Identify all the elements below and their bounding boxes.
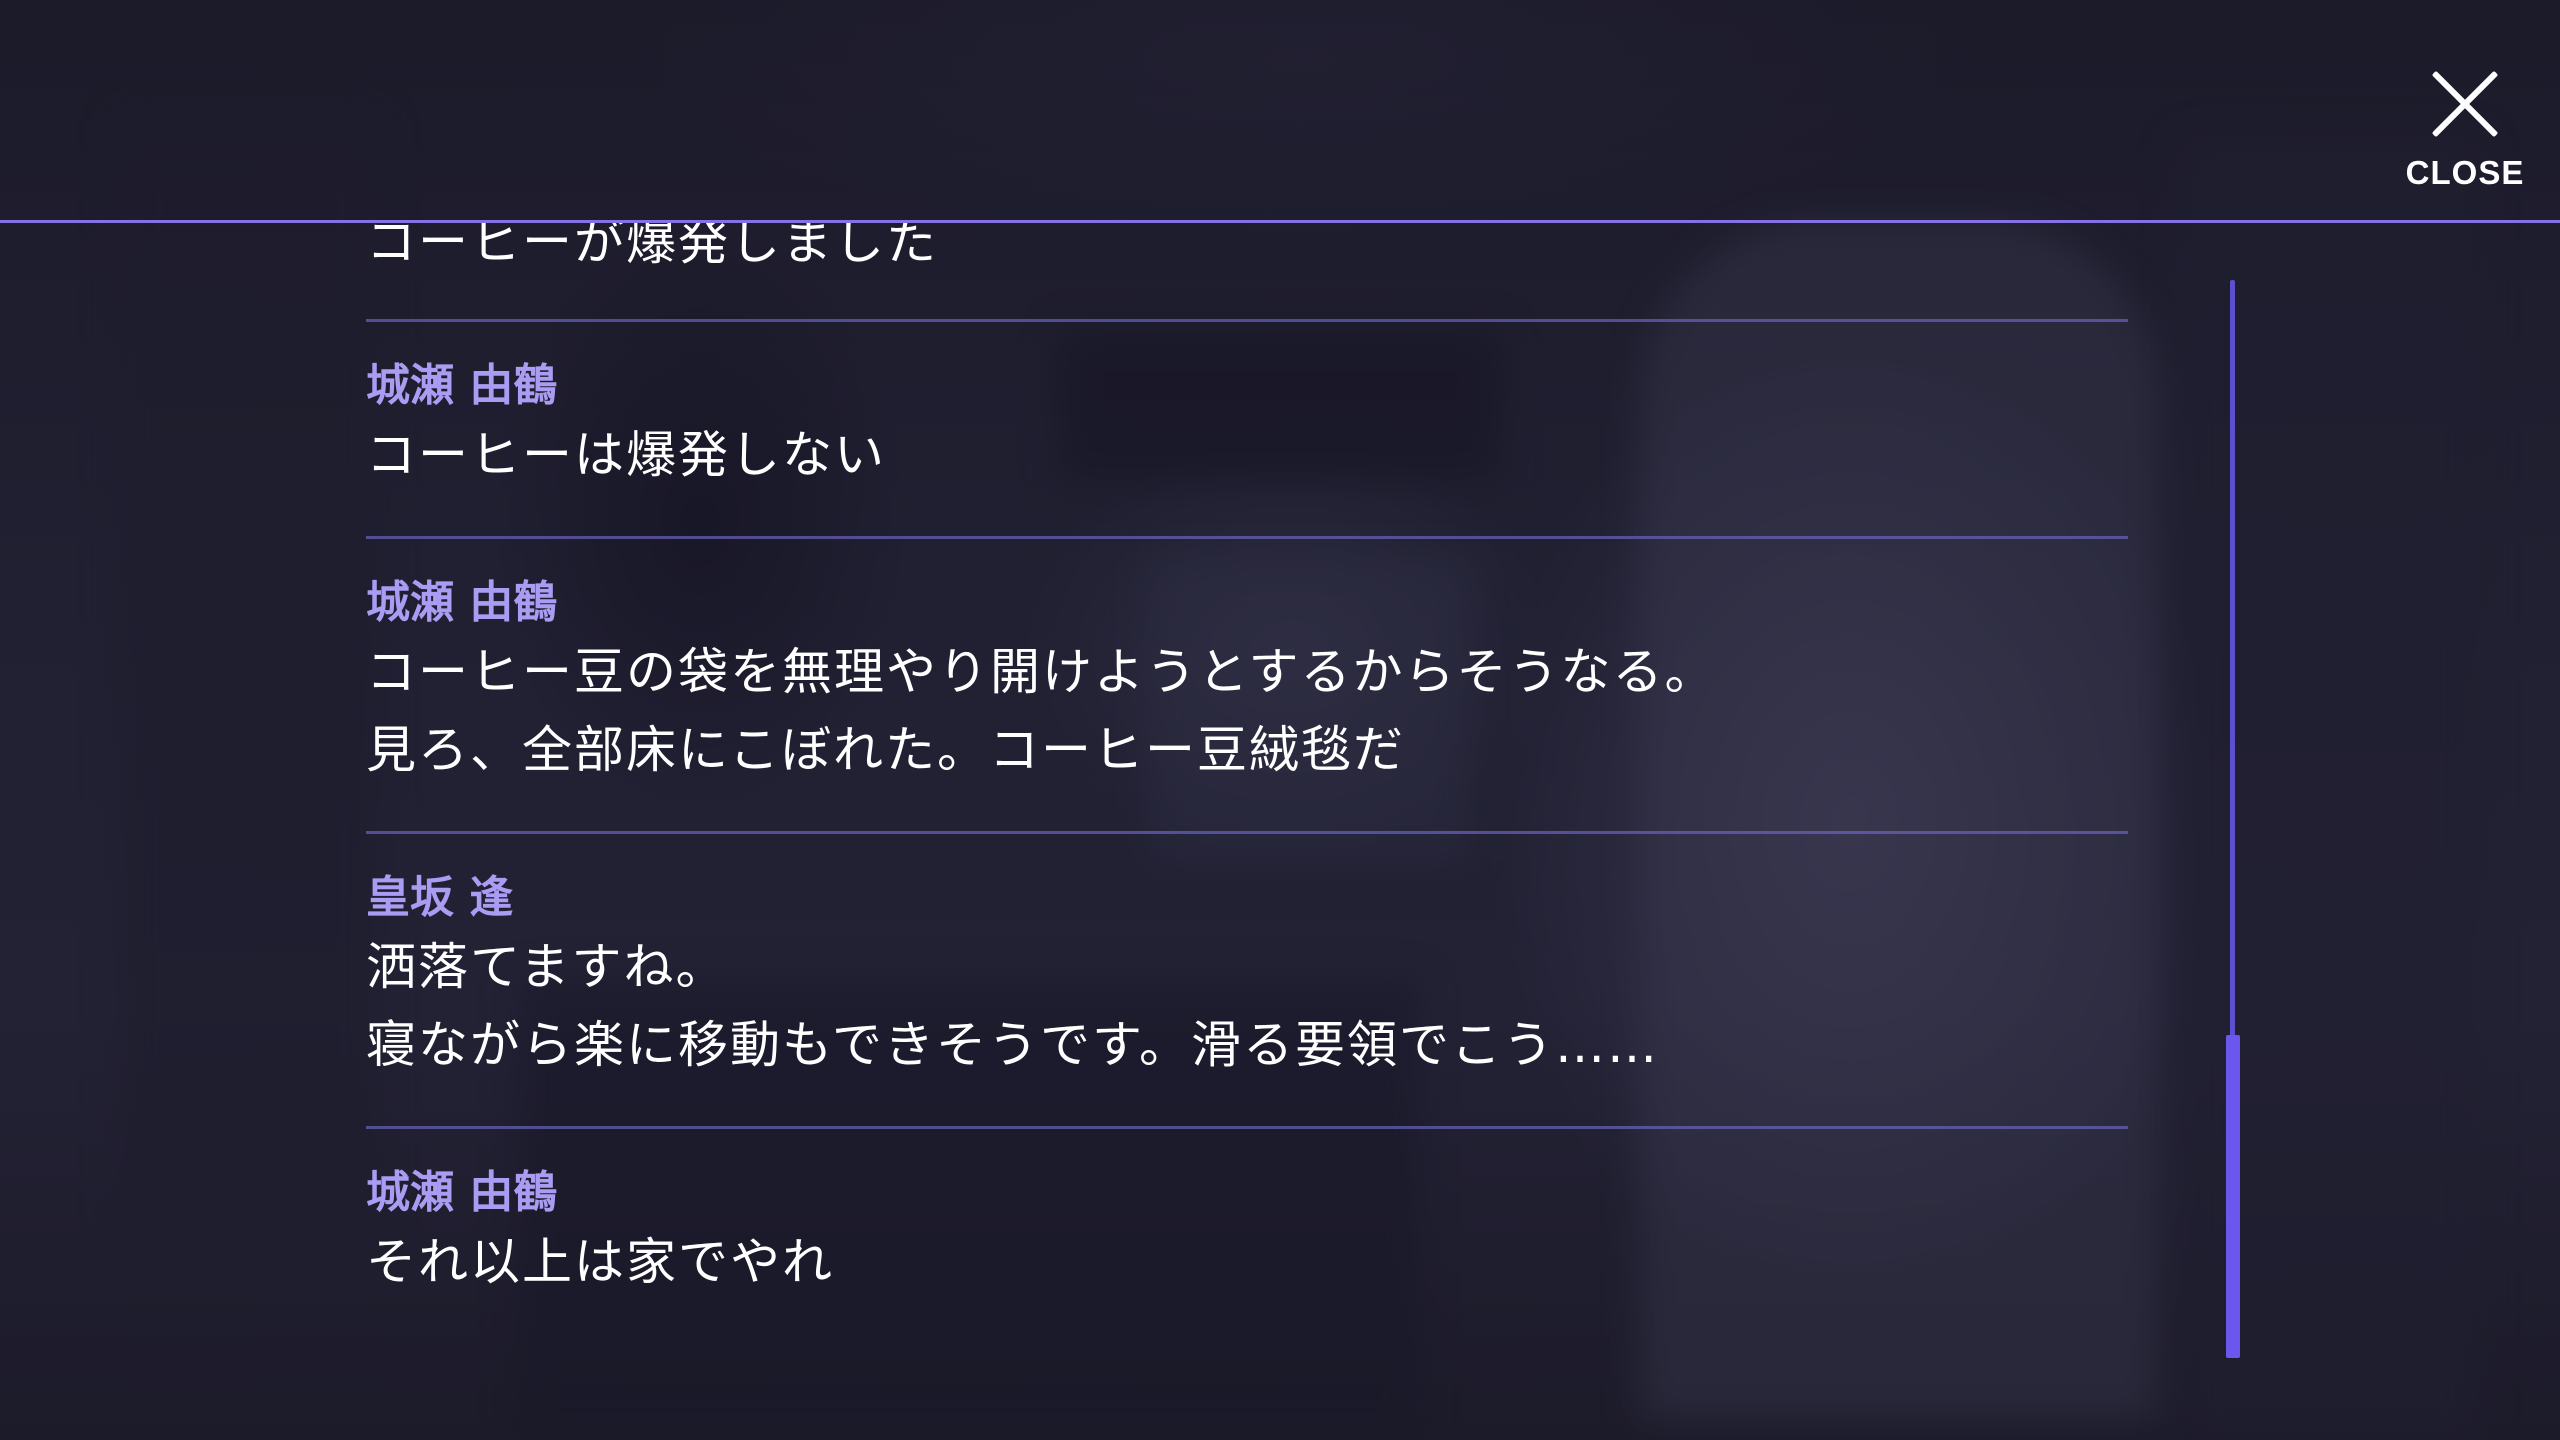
game-screen: CLOSE コーヒーが爆発しました 城瀬 由鶴 コーヒーは爆発しない 城瀬 由鶴… [0,0,2560,1440]
close-button[interactable]: CLOSE [2390,58,2540,198]
log-entry: 城瀬 由鶴 コーヒーは爆発しない [366,319,2128,536]
log-entry: コーヒーが爆発しました [366,223,2128,319]
log-entry: 皇坂 逢 洒落てますね。 寝ながら楽に移動もできそうです。滑る要領でこう…… [366,831,2128,1126]
log-entry: 城瀬 由鶴 コーヒー豆の袋を無理やり開けようとするからそうなる。 見ろ、全部床に… [366,536,2128,831]
close-label: CLOSE [2405,154,2525,191]
speaker-name: 城瀬 由鶴 [366,360,558,411]
speaker-name: 城瀬 由鶴 [366,1167,558,1218]
log-text-line: コーヒーが爆発しました [366,223,938,271]
log-text-line: 洒落てますね。 [366,938,728,996]
log-text-line: コーヒー豆の袋を無理やり開けようとするからそうなる。 [366,643,1717,701]
speaker-name: 城瀬 由鶴 [366,577,558,628]
scrollbar-thumb[interactable] [2226,1035,2240,1358]
log-text-line: 寝ながら楽に移動もできそうです。滑る要領でこう…… [366,1016,1659,1074]
close-icon [2431,70,2499,138]
speaker-name: 皇坂 逢 [366,872,514,923]
log-text-line: それ以上は家でやれ [366,1233,834,1291]
log-text-line: 見ろ、全部床にこぼれた。コーヒー豆絨毯だ [366,721,1405,779]
backlog-list[interactable]: コーヒーが爆発しました 城瀬 由鶴 コーヒーは爆発しない 城瀬 由鶴 コーヒー豆… [366,223,2128,1440]
log-entry: 城瀬 由鶴 それ以上は家でやれ [366,1126,2128,1343]
log-text-line: コーヒーは爆発しない [366,426,886,484]
backlog-header: CLOSE [0,0,2560,222]
